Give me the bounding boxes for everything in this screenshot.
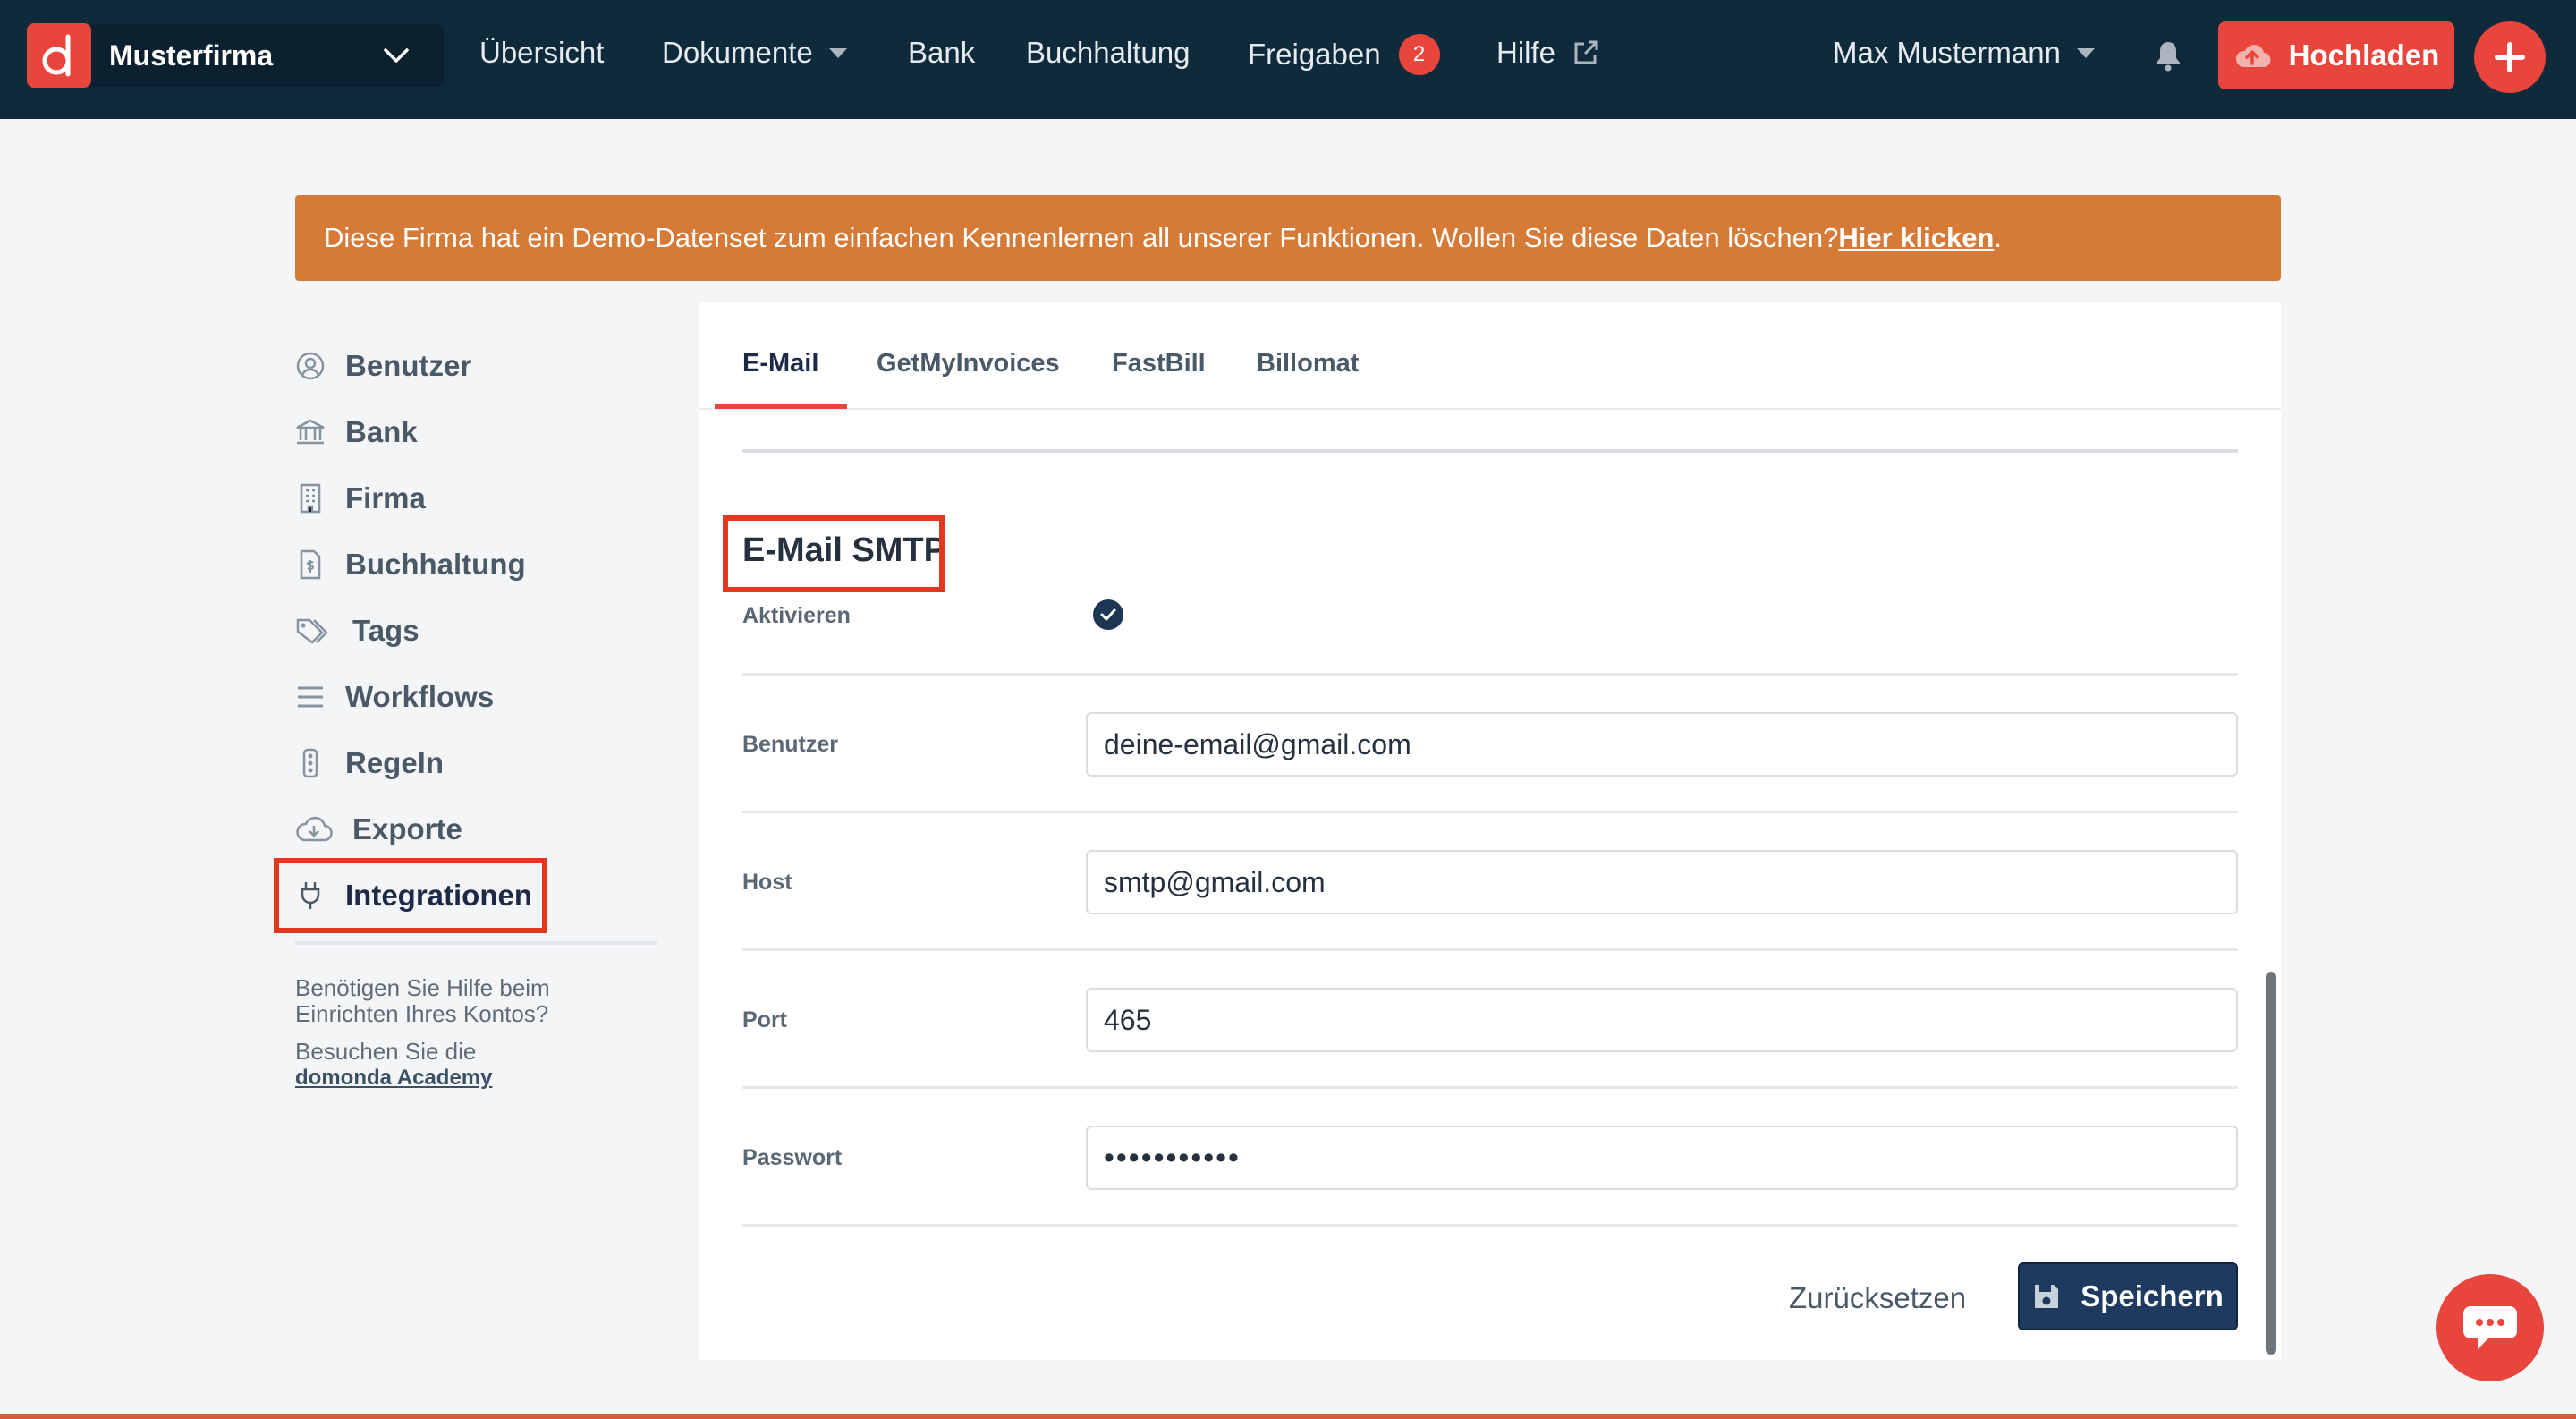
integrations-card: E-Mail GetMyInvoices FastBill Billomat E… <box>699 302 2281 1360</box>
bank-icon <box>295 417 326 447</box>
save-button[interactable]: Speichern <box>2018 1262 2238 1330</box>
sidebar-item-label: Benutzer <box>345 349 472 382</box>
host-field[interactable] <box>1086 850 2238 914</box>
sidebar-item-bank[interactable]: Bank <box>295 407 418 457</box>
reset-button[interactable]: Zurücksetzen <box>1789 1281 1966 1315</box>
port-label: Port <box>742 1007 787 1032</box>
banner-delete-link[interactable]: Hier klicken <box>1838 222 1994 254</box>
row-divider <box>742 1224 2238 1227</box>
user-circle-icon <box>295 351 326 381</box>
sidebar-item-accounting[interactable]: Buchhaltung <box>295 540 526 590</box>
user-label: Benutzer <box>742 732 838 757</box>
save-button-label: Speichern <box>2080 1279 2224 1313</box>
caret-down-icon <box>828 47 847 58</box>
sidebar-item-label: Tags <box>352 614 419 647</box>
list-icon <box>295 682 326 712</box>
nav-documents[interactable]: Dokumente <box>662 36 847 70</box>
bell-icon[interactable] <box>2154 39 2182 76</box>
active-tab-indicator <box>715 404 847 409</box>
user-name: Max Mustermann <box>1833 36 2061 69</box>
floppy-disk-icon <box>2032 1282 2061 1311</box>
sidebar-item-label: Bank <box>345 415 418 448</box>
nav-overview[interactable]: Übersicht <box>479 36 604 70</box>
row-divider <box>742 673 2238 676</box>
domonda-logo-icon <box>27 23 91 88</box>
user-field[interactable] <box>1086 712 2238 777</box>
password-label: Passwort <box>742 1145 843 1170</box>
activate-label: Aktivieren <box>742 603 851 628</box>
traffic-light-icon <box>295 748 326 778</box>
smtp-title-highlight-box <box>723 515 945 592</box>
invoice-icon <box>295 549 326 580</box>
row-divider <box>742 811 2238 813</box>
sidebar-item-exports[interactable]: Exporte <box>295 804 462 854</box>
chat-bubble-icon <box>2462 1303 2519 1353</box>
sidebar-item-tags[interactable]: Tags <box>295 606 419 656</box>
nav-bank[interactable]: Bank <box>908 36 975 70</box>
demo-data-banner: Diese Firma hat ein Demo-Datenset zum ei… <box>295 195 2281 281</box>
add-button[interactable] <box>2474 21 2546 93</box>
activate-checkbox[interactable] <box>1093 599 1123 630</box>
cloud-download-icon <box>295 814 333 845</box>
tags-icon <box>295 616 333 646</box>
banner-text: Diese Firma hat ein Demo-Datenset zum ei… <box>324 222 1839 253</box>
nav-help-label: Hilfe <box>1496 36 1556 69</box>
chevron-down-icon <box>374 38 419 73</box>
chat-support-button[interactable] <box>2436 1274 2544 1381</box>
sidebar-item-workflows[interactable]: Workflows <box>295 672 494 722</box>
approvals-count-badge: 2 <box>1398 34 1440 75</box>
nav-overview-label: Übersicht <box>479 36 605 69</box>
nav-accounting-label: Buchhaltung <box>1026 36 1191 69</box>
sidebar-item-label: Firma <box>345 481 426 514</box>
row-divider <box>742 1086 2238 1089</box>
sidebar-divider <box>295 941 657 945</box>
company-switcher[interactable]: Musterfirma <box>27 23 444 88</box>
plus-icon <box>2494 41 2526 73</box>
upload-button[interactable]: Hochladen <box>2218 21 2454 89</box>
tab-email[interactable]: E-Mail <box>742 349 818 378</box>
tab-fastbill[interactable]: FastBill <box>1112 349 1206 378</box>
sidebar-item-rules[interactable]: Regeln <box>295 738 444 788</box>
tab-billomat[interactable]: Billomat <box>1257 349 1359 378</box>
sidebar-item-users[interactable]: Benutzer <box>295 341 471 391</box>
nav-bank-label: Bank <box>908 36 976 69</box>
nav-help[interactable]: Hilfe <box>1496 36 1600 70</box>
sidebar-item-label: Buchhaltung <box>345 548 526 581</box>
upload-button-label: Hochladen <box>2288 38 2440 72</box>
row-divider <box>742 948 2238 951</box>
sidebar-item-company[interactable]: Firma <box>295 473 426 523</box>
building-icon <box>295 483 326 514</box>
scrollbar[interactable] <box>2266 972 2276 1355</box>
sidebar-help-text: Benötigen Sie Hilfe beim Einrichten Ihre… <box>295 974 550 1027</box>
top-navbar: Musterfirma Übersicht Dokumente Bank Buc… <box>0 0 2576 119</box>
integration-tabs: E-Mail GetMyInvoices FastBill Billomat <box>699 302 2281 410</box>
nav-accounting[interactable]: Buchhaltung <box>1026 36 1190 70</box>
nav-approvals-label: Freigaben <box>1248 38 1381 71</box>
company-name: Musterfirma <box>109 38 274 72</box>
cloud-upload-icon <box>2233 42 2271 69</box>
banner-suffix: . <box>1994 222 2002 253</box>
bottom-accent-strip <box>0 1414 2576 1419</box>
external-link-icon <box>1572 38 1600 67</box>
password-field[interactable] <box>1086 1126 2238 1190</box>
sidebar-item-label: Regeln <box>345 746 445 779</box>
user-menu[interactable]: Max Mustermann <box>1833 36 2095 70</box>
nav-documents-label: Dokumente <box>662 36 813 69</box>
checkmark-icon <box>1099 608 1117 622</box>
sidebar-item-label: Exporte <box>352 812 462 845</box>
caret-down-icon <box>2076 47 2095 58</box>
tab-getmyinvoices[interactable]: GetMyInvoices <box>877 349 1060 378</box>
port-field[interactable] <box>1086 988 2238 1052</box>
sidebar-academy-text: Besuchen Sie die <box>295 1038 477 1065</box>
integrations-highlight-box <box>274 858 547 933</box>
section-divider <box>742 449 2238 453</box>
host-label: Host <box>742 870 792 895</box>
nav-approvals[interactable]: Freigaben 2 <box>1248 34 1440 75</box>
sidebar-item-label: Workflows <box>345 680 495 713</box>
academy-link[interactable]: domonda Academy <box>295 1065 590 1091</box>
